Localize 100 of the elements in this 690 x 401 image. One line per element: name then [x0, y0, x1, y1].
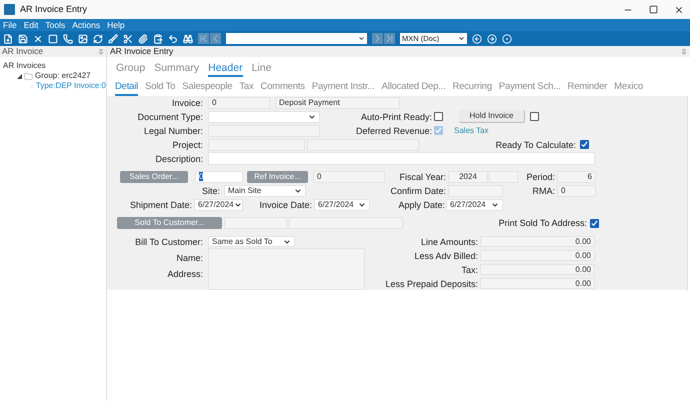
tab[interactable]: Mexico — [614, 80, 644, 96]
dropdown-field[interactable]: 6/27/2024 — [194, 199, 243, 211]
field-label: Print Sold To Address: — [498, 218, 587, 228]
tree-item[interactable]: AR Invoices — [3, 60, 46, 72]
binoculars-icon[interactable] — [183, 34, 193, 44]
clipboard-icon[interactable] — [153, 34, 163, 44]
checkbox[interactable] — [590, 218, 599, 228]
tree-item[interactable]: Type:DEP Invoice:0 — [36, 80, 106, 92]
tab[interactable]: Summary — [154, 61, 200, 77]
window-title: AR Invoice Entry — [20, 2, 88, 16]
tab[interactable]: Sold To — [145, 80, 176, 96]
menu-item[interactable]: Actions — [72, 18, 100, 32]
circle-icon[interactable] — [502, 34, 512, 44]
field-label: Site: — [202, 186, 220, 196]
undo-icon[interactable] — [168, 34, 178, 44]
field-label: Document Type: — [138, 112, 203, 122]
menu-item[interactable]: Edit — [24, 18, 38, 32]
save-icon[interactable] — [18, 34, 28, 44]
brush-icon[interactable] — [108, 34, 118, 44]
field-label: Invoice: — [172, 98, 203, 108]
menu-item[interactable]: Tools — [45, 18, 66, 32]
field-label: Auto-Print Ready: — [360, 112, 432, 122]
checkmark-icon — [591, 220, 598, 226]
field-label: RMA: — [532, 186, 555, 196]
dropdown-field[interactable]: 6/27/2024 — [446, 199, 503, 211]
checkbox[interactable] — [530, 112, 539, 121]
input-field[interactable]: Deposit Payment — [275, 97, 400, 109]
tab[interactable]: Group — [116, 61, 146, 77]
menu-item[interactable]: File — [3, 18, 17, 32]
field-label: Tax: — [461, 264, 478, 274]
close-icon[interactable] — [674, 4, 684, 14]
checkbox[interactable] — [580, 140, 589, 149]
field-label: Confirm Date: — [390, 186, 446, 196]
tree-item[interactable]: Group: erc2427 — [35, 70, 91, 82]
field-label: Less Prepaid Deposits: — [385, 278, 478, 288]
panel-title: AR Invoice Entry — [110, 45, 174, 58]
field-label: Description: — [155, 154, 203, 164]
input-field[interactable]: 0.00 — [480, 250, 595, 261]
field-label: Line Amounts: — [420, 236, 478, 246]
caret-icon — [458, 35, 465, 42]
tab[interactable]: Comments — [260, 80, 305, 96]
field-label: Ready To Calculate: — [496, 140, 576, 150]
tab[interactable]: Header — [208, 61, 243, 77]
caret-icon — [283, 238, 291, 246]
input-field[interactable]: 6 — [557, 171, 596, 183]
field-label: Address: — [167, 269, 203, 279]
dropdown-field[interactable]: Main Site — [224, 185, 306, 197]
field-label: Period: — [526, 172, 555, 182]
new-file-icon[interactable] — [3, 34, 13, 44]
field-label: Apply Date: — [398, 200, 445, 210]
caret-icon — [308, 112, 316, 120]
input-field[interactable]: 0.00 — [480, 264, 595, 275]
caret-icon — [358, 201, 366, 209]
field-label: Deferred Revenue: — [356, 126, 432, 136]
scissors-icon[interactable] — [123, 34, 133, 44]
caret-icon — [491, 201, 499, 209]
dropdown-field[interactable]: Same as Sold To — [208, 236, 295, 247]
phone-icon[interactable] — [63, 34, 73, 44]
maximize-icon[interactable] — [649, 5, 658, 14]
caret-icon — [358, 35, 365, 42]
tab[interactable]: Payment Sch... — [498, 80, 561, 96]
tab[interactable]: Line — [252, 61, 272, 77]
image-icon[interactable] — [78, 34, 88, 44]
app-icon — [4, 4, 15, 15]
tab[interactable]: Recurring — [452, 80, 492, 96]
square-icon[interactable] — [48, 34, 58, 44]
tab[interactable]: Reminder — [568, 80, 608, 96]
field-label: Fiscal Year: — [399, 172, 446, 182]
refresh-icon[interactable] — [93, 34, 103, 44]
field-label: Shipment Date: — [130, 200, 192, 210]
dropdown-field[interactable] — [208, 110, 320, 122]
field-label: Less Adv Billed: — [414, 250, 478, 260]
tab[interactable]: Salespeople — [182, 80, 232, 96]
caret-icon — [234, 201, 242, 209]
input-field[interactable]: 0.00 — [480, 236, 595, 247]
input-field[interactable]: 2024 — [448, 171, 488, 183]
menu-item[interactable]: Help — [107, 18, 125, 32]
paperclip-icon[interactable] — [138, 34, 148, 44]
pin-icon[interactable] — [681, 48, 687, 54]
input-field[interactable]: 0.00 — [480, 278, 595, 289]
input-field[interactable] — [208, 152, 595, 165]
checkmark-icon — [581, 141, 588, 148]
tab[interactable]: Tax — [239, 80, 254, 96]
input-field[interactable]: 0 — [208, 97, 270, 109]
checkbox[interactable] — [434, 112, 443, 121]
checkmark-icon — [435, 127, 442, 134]
pin-icon[interactable] — [98, 48, 104, 54]
panel-title: AR Invoice — [2, 45, 44, 58]
field-label: Invoice Date: — [259, 200, 312, 210]
caret-icon — [294, 187, 302, 195]
field-label: Name: — [176, 253, 203, 263]
form-button[interactable]: Hold Invoice — [459, 110, 525, 123]
expander-icon[interactable] — [17, 74, 22, 78]
field-label: Bill To Customer: — [135, 236, 203, 246]
field-label: Legal Number: — [144, 126, 203, 136]
input-field[interactable]: 0 — [557, 185, 596, 197]
tab[interactable]: Payment Instr... — [312, 80, 375, 96]
sales-tax-link[interactable]: Sales Tax — [454, 124, 489, 136]
dropdown-field[interactable]: 6/27/2024 — [314, 199, 370, 211]
tab[interactable]: Allocated Dep... — [382, 80, 446, 96]
